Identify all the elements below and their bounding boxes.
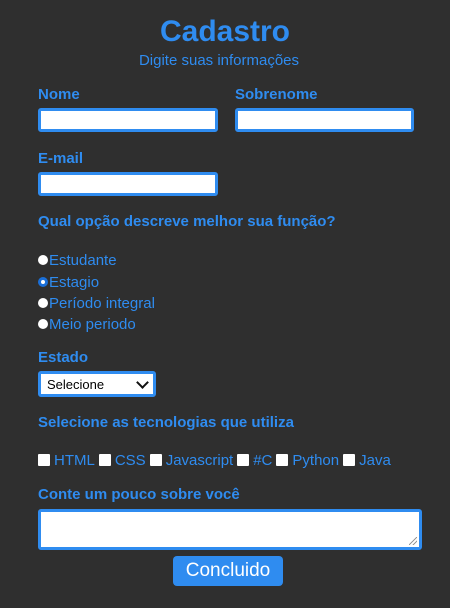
email-input[interactable] (38, 172, 218, 196)
checkbox-label: HTML (54, 451, 95, 469)
checkbox[interactable] (98, 454, 111, 466)
radio-button[interactable] (38, 298, 48, 308)
nome-input[interactable] (38, 108, 218, 132)
checkbox-label: Python (292, 451, 340, 469)
estado-label: Estado (38, 349, 89, 366)
chevron-down-icon (136, 375, 149, 389)
email-label: E-mail (38, 150, 84, 167)
radio-label: Estagio (49, 273, 100, 291)
checkbox-label: CSS (114, 451, 146, 469)
checkbox-label: Javascript (165, 451, 234, 469)
radio-option-estudante[interactable]: Estudante (38, 250, 117, 270)
radio-option-estagio[interactable]: Estagio (38, 272, 99, 292)
checkbox[interactable] (276, 454, 289, 466)
about-textarea[interactable] (38, 509, 422, 550)
page-title: Cadastro (159, 15, 291, 48)
role-question: Qual opção descreve melhor sua função? (38, 213, 336, 230)
checkbox-item-css[interactable]: CSS (98, 451, 146, 469)
radio-button[interactable] (38, 255, 48, 265)
checkbox[interactable] (38, 454, 50, 466)
signup-form: Cadastro Digite suas informações Nome So… (0, 0, 450, 608)
resize-grip-icon[interactable] (409, 537, 417, 545)
radio-label: Meio periodo (49, 315, 136, 333)
radio-label: Período integral (49, 294, 155, 312)
submit-button[interactable]: Concluido (173, 556, 283, 586)
checkbox[interactable] (237, 454, 250, 466)
tech-checkbox-group: HTML CSS Javascript #C Python Java (38, 450, 395, 470)
checkbox-item-python[interactable]: Python (276, 452, 339, 469)
radio-option-meio-periodo[interactable]: Meio periodo (38, 314, 136, 334)
estado-selected-value: Selecione (47, 376, 105, 392)
nome-label: Nome (38, 86, 80, 103)
checkbox-item-html[interactable]: HTML (38, 452, 95, 469)
checkbox[interactable] (149, 454, 162, 466)
tech-question: Selecione as tecnologias que utiliza (38, 414, 294, 431)
checkbox-label: #C (253, 451, 273, 469)
sobrenome-input[interactable] (235, 108, 414, 132)
checkbox-item-csharp[interactable]: #C (237, 452, 272, 469)
page-subtitle: Digite suas informações (138, 52, 300, 69)
radio-button[interactable] (38, 319, 48, 329)
radio-label: Estudante (49, 251, 117, 269)
radio-option-periodo-integral[interactable]: Período integral (38, 293, 155, 313)
checkbox-item-javascript[interactable]: Javascript (149, 451, 234, 469)
about-label: Conte um pouco sobre você (38, 486, 240, 503)
checkbox[interactable] (343, 454, 356, 466)
checkbox-item-java[interactable]: Java (343, 452, 391, 469)
radio-button-selected[interactable] (38, 277, 48, 287)
estado-select[interactable]: Selecione (38, 371, 156, 397)
sobrenome-label: Sobrenome (235, 86, 318, 103)
checkbox-label: Java (359, 451, 391, 469)
